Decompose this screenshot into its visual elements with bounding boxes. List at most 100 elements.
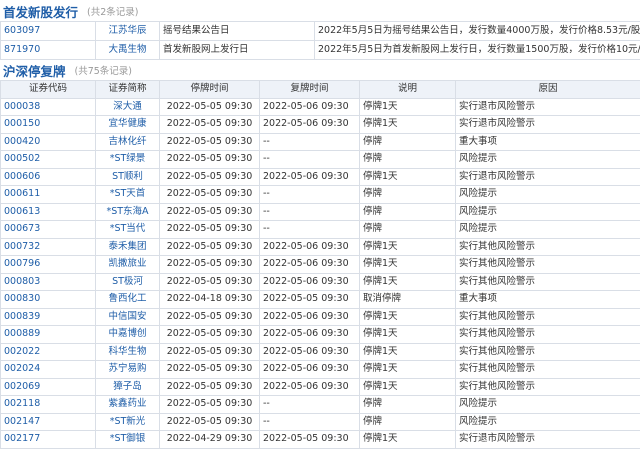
suspend-time: 2022-05-05 09:30 bbox=[160, 256, 260, 274]
stock-code-link[interactable]: 002118 bbox=[1, 396, 96, 414]
table-row: 002118紫鑫药业2022-05-05 09:30--停牌风险提示 bbox=[1, 396, 640, 414]
stock-name-link[interactable]: ST极河 bbox=[96, 273, 160, 291]
stock-name-link[interactable]: 吉林化纤 bbox=[96, 133, 160, 151]
suspend-record-count: (共75条记录) bbox=[75, 63, 133, 80]
column-header: 原因 bbox=[456, 81, 640, 99]
ipo-table: 603097江苏华辰摇号结果公告日2022年5月5日为摇号结果公告日，发行数量4… bbox=[0, 21, 640, 60]
resume-time: 2022-05-06 09:30 bbox=[260, 98, 360, 116]
stock-code-link[interactable]: 000613 bbox=[1, 203, 96, 221]
suspend-time: 2022-05-05 09:30 bbox=[160, 133, 260, 151]
table-row: 000673*ST当代2022-05-05 09:30--停牌风险提示 bbox=[1, 221, 640, 239]
stock-name-link[interactable]: *ST当代 bbox=[96, 221, 160, 239]
stock-name-link[interactable]: 科华生物 bbox=[96, 343, 160, 361]
table-row: 603097江苏华辰摇号结果公告日2022年5月5日为摇号结果公告日，发行数量4… bbox=[1, 22, 640, 41]
table-row: 000803ST极河2022-05-05 09:302022-05-06 09:… bbox=[1, 273, 640, 291]
table-row: 000732泰禾集团2022-05-05 09:302022-05-06 09:… bbox=[1, 238, 640, 256]
stock-code-link[interactable]: 002024 bbox=[1, 361, 96, 379]
stock-code-link[interactable]: 000732 bbox=[1, 238, 96, 256]
stock-name-link[interactable]: ST顺利 bbox=[96, 168, 160, 186]
resume-time: -- bbox=[260, 186, 360, 204]
stock-name-link[interactable]: 中嘉博创 bbox=[96, 326, 160, 344]
stock-code-link[interactable]: 000803 bbox=[1, 273, 96, 291]
resume-time: 2022-05-05 09:30 bbox=[260, 291, 360, 309]
suspend-time: 2022-05-05 09:30 bbox=[160, 168, 260, 186]
resume-time: -- bbox=[260, 203, 360, 221]
resume-time: 2022-05-06 09:30 bbox=[260, 168, 360, 186]
suspend-note: 停牌 bbox=[360, 133, 456, 151]
stock-code-link[interactable]: 000606 bbox=[1, 168, 96, 186]
suspend-reason: 实行其他风险警示 bbox=[456, 273, 640, 291]
stock-code-link[interactable]: 000420 bbox=[1, 133, 96, 151]
stock-name-link[interactable]: *ST东海A bbox=[96, 203, 160, 221]
column-header: 说明 bbox=[360, 81, 456, 99]
ipo-code-link[interactable]: 603097 bbox=[1, 22, 96, 41]
table-row: 000611*ST天首2022-05-05 09:30--停牌风险提示 bbox=[1, 186, 640, 204]
resume-time: -- bbox=[260, 221, 360, 239]
suspend-reason: 实行其他风险警示 bbox=[456, 256, 640, 274]
suspend-reason: 风险提示 bbox=[456, 413, 640, 431]
suspend-reason: 实行其他风险警示 bbox=[456, 326, 640, 344]
stock-name-link[interactable]: 中信国安 bbox=[96, 308, 160, 326]
stock-code-link[interactable]: 000796 bbox=[1, 256, 96, 274]
stock-name-link[interactable]: 宜华健康 bbox=[96, 116, 160, 134]
resume-time: 2022-05-06 09:30 bbox=[260, 273, 360, 291]
suspend-time: 2022-05-05 09:30 bbox=[160, 378, 260, 396]
stock-code-link[interactable]: 000889 bbox=[1, 326, 96, 344]
ipo-section-title[interactable]: 首发新股发行 bbox=[3, 4, 78, 21]
stock-code-link[interactable]: 000038 bbox=[1, 98, 96, 116]
stock-name-link[interactable]: *ST天首 bbox=[96, 186, 160, 204]
resume-time: 2022-05-06 09:30 bbox=[260, 361, 360, 379]
stock-code-link[interactable]: 002177 bbox=[1, 431, 96, 449]
stock-code-link[interactable]: 000830 bbox=[1, 291, 96, 309]
ipo-description: 2022年5月5日为摇号结果公告日，发行数量4000万股，发行价格8.53元/股 bbox=[315, 22, 640, 41]
resume-time: 2022-05-06 09:30 bbox=[260, 378, 360, 396]
ipo-code-link[interactable]: 871970 bbox=[1, 41, 96, 60]
table-row: 002024苏宁易购2022-05-05 09:302022-05-06 09:… bbox=[1, 361, 640, 379]
suspend-section-title[interactable]: 沪深停复牌 bbox=[3, 63, 66, 80]
stock-name-link[interactable]: *ST御银 bbox=[96, 431, 160, 449]
ipo-record-count: (共2条记录) bbox=[87, 4, 138, 21]
suspend-note: 停牌 bbox=[360, 151, 456, 169]
stock-name-link[interactable]: 苏宁易购 bbox=[96, 361, 160, 379]
stock-code-link[interactable]: 000150 bbox=[1, 116, 96, 134]
table-row: 000839中信国安2022-05-05 09:302022-05-06 09:… bbox=[1, 308, 640, 326]
stock-code-link[interactable]: 002022 bbox=[1, 343, 96, 361]
suspend-reason: 实行其他风险警示 bbox=[456, 343, 640, 361]
ipo-name-link[interactable]: 大禹生物 bbox=[96, 41, 160, 60]
suspend-time: 2022-05-05 09:30 bbox=[160, 98, 260, 116]
table-row: 871970大禹生物首发新股网上发行日2022年5月5日为首发新股网上发行日，发… bbox=[1, 41, 640, 60]
page: 首发新股发行 (共2条记录) 603097江苏华辰摇号结果公告日2022年5月5… bbox=[0, 0, 640, 424]
stock-name-link[interactable]: 獐子岛 bbox=[96, 378, 160, 396]
suspend-note: 停牌1天 bbox=[360, 116, 456, 134]
resume-time: -- bbox=[260, 413, 360, 431]
stock-name-link[interactable]: 鲁西化工 bbox=[96, 291, 160, 309]
stock-name-link[interactable]: 深大通 bbox=[96, 98, 160, 116]
suspend-note: 停牌1天 bbox=[360, 431, 456, 449]
ipo-name-link[interactable]: 江苏华辰 bbox=[96, 22, 160, 41]
stock-name-link[interactable]: *ST新光 bbox=[96, 413, 160, 431]
resume-time: -- bbox=[260, 396, 360, 414]
resume-time: -- bbox=[260, 151, 360, 169]
stock-code-link[interactable]: 000502 bbox=[1, 151, 96, 169]
stock-name-link[interactable]: 紫鑫药业 bbox=[96, 396, 160, 414]
suspend-time: 2022-05-05 09:30 bbox=[160, 308, 260, 326]
suspend-note: 停牌1天 bbox=[360, 168, 456, 186]
suspend-time: 2022-05-05 09:30 bbox=[160, 413, 260, 431]
table-row: 000830鲁西化工2022-04-18 09:302022-05-05 09:… bbox=[1, 291, 640, 309]
suspend-reason: 风险提示 bbox=[456, 186, 640, 204]
stock-code-link[interactable]: 002069 bbox=[1, 378, 96, 396]
table-row: 000796凯撒旅业2022-05-05 09:302022-05-06 09:… bbox=[1, 256, 640, 274]
suspend-reason: 实行退市风险警示 bbox=[456, 431, 640, 449]
suspend-note: 停牌1天 bbox=[360, 273, 456, 291]
suspend-reason: 风险提示 bbox=[456, 396, 640, 414]
stock-name-link[interactable]: 泰禾集团 bbox=[96, 238, 160, 256]
stock-code-link[interactable]: 000611 bbox=[1, 186, 96, 204]
suspend-reason: 实行其他风险警示 bbox=[456, 361, 640, 379]
stock-code-link[interactable]: 002147 bbox=[1, 413, 96, 431]
stock-name-link[interactable]: 凯撒旅业 bbox=[96, 256, 160, 274]
suspend-reason: 风险提示 bbox=[456, 203, 640, 221]
stock-name-link[interactable]: *ST绿景 bbox=[96, 151, 160, 169]
suspend-reason: 实行其他风险警示 bbox=[456, 238, 640, 256]
stock-code-link[interactable]: 000839 bbox=[1, 308, 96, 326]
stock-code-link[interactable]: 000673 bbox=[1, 221, 96, 239]
